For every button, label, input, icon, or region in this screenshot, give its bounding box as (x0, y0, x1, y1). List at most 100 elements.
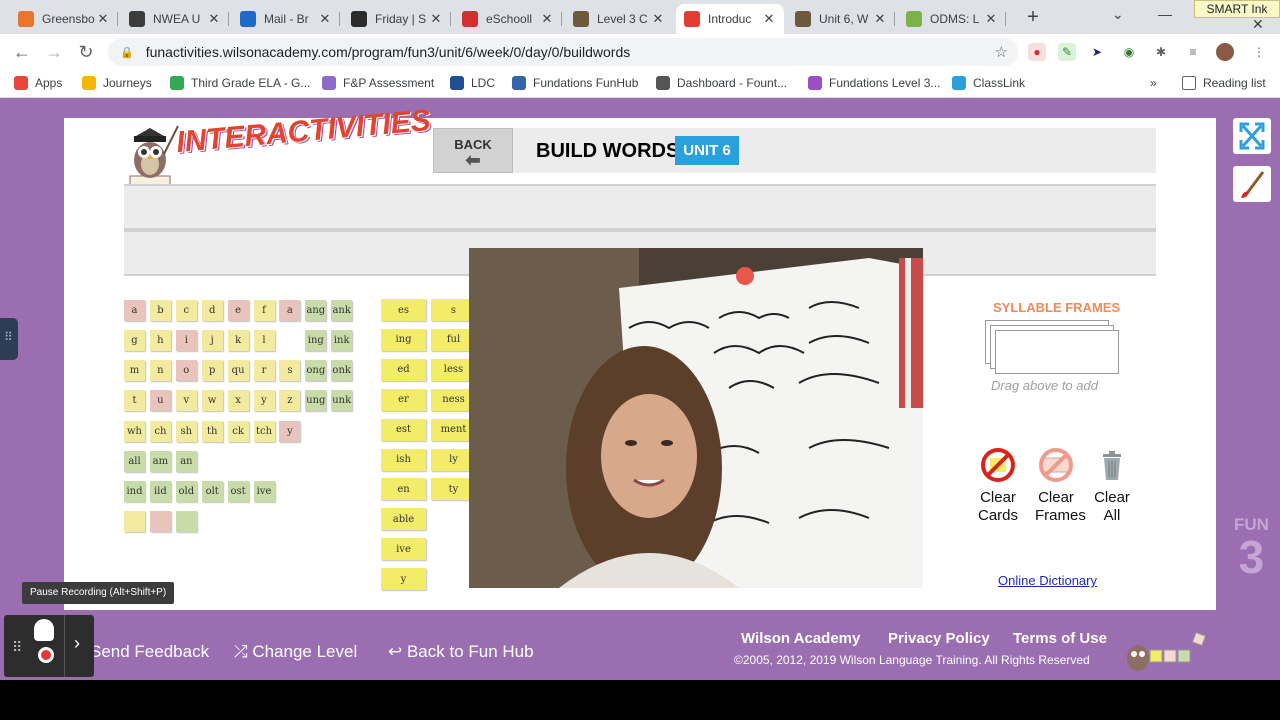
bookmark-item[interactable]: Fundations FunHub (512, 76, 638, 90)
forward-arrow-icon[interactable]: → (44, 42, 64, 63)
letter-card[interactable]: m (124, 360, 145, 381)
letter-card[interactable]: ang (305, 300, 327, 321)
syllable-frame[interactable] (995, 330, 1119, 374)
suffix-card[interactable]: y (381, 568, 426, 591)
tab-search-icon[interactable]: ⌄ (1112, 6, 1124, 23)
reading-list[interactable]: Reading list (1182, 76, 1266, 90)
extension-circle-icon[interactable]: ◉ (1120, 43, 1138, 61)
suffix-card[interactable]: er (381, 388, 426, 411)
bookmark-item[interactable]: Fundations Level 3... (808, 76, 940, 90)
expand-chevron-icon[interactable]: › (74, 633, 80, 654)
letter-card[interactable]: ild (149, 481, 171, 502)
letter-card[interactable]: y (253, 390, 275, 411)
browser-tab[interactable]: ODMS: L ✕ (898, 4, 1006, 34)
letter-card[interactable]: qu (227, 360, 249, 381)
letter-card[interactable]: an (175, 451, 197, 472)
letter-card[interactable]: e (227, 300, 249, 321)
blank-letter-card[interactable] (175, 511, 197, 532)
letter-card[interactable]: n (149, 360, 171, 381)
letter-card[interactable]: f (253, 300, 275, 321)
browser-tab[interactable]: Mail - Br ✕ (232, 4, 340, 34)
letter-card[interactable]: g (124, 330, 145, 351)
browser-tab[interactable]: NWEA U ✕ (121, 4, 229, 34)
blank-letter-card[interactable] (149, 511, 171, 532)
smart-ink-badge[interactable]: SMART Ink (1194, 0, 1280, 18)
draw-tool-button[interactable] (1233, 166, 1271, 202)
back-to-fun-hub-link[interactable]: ↩ Back to Fun Hub (388, 642, 534, 662)
close-tab-icon[interactable]: ✕ (207, 11, 221, 27)
letter-card[interactable]: a (279, 300, 301, 321)
blank-letter-card[interactable] (124, 511, 145, 532)
chrome-menu-icon[interactable]: ⋮ (1250, 43, 1268, 61)
extension-red-icon[interactable]: ● (1028, 43, 1046, 61)
extensions-puzzle-icon[interactable]: ✱ (1152, 43, 1170, 61)
letter-card[interactable]: am (149, 451, 171, 472)
close-tab-icon[interactable]: ✕ (540, 11, 554, 27)
letter-card[interactable]: o (175, 360, 197, 381)
letter-card[interactable]: t (124, 390, 145, 411)
new-tab-button[interactable]: + (1022, 6, 1044, 28)
extension-cursor-icon[interactable]: ➤ (1088, 43, 1106, 61)
letter-card[interactable]: ind (124, 481, 145, 502)
word-build-row-1[interactable] (124, 184, 1156, 230)
bookmark-item[interactable]: F&P Assessment (322, 76, 434, 90)
suffix-card[interactable]: est (381, 418, 426, 441)
extension-green-icon[interactable]: ✎ (1058, 43, 1076, 61)
minimize-icon[interactable]: — (1158, 6, 1172, 22)
send-feedback-link[interactable]: Send Feedback (90, 642, 209, 662)
online-dictionary-link[interactable]: Online Dictionary (998, 573, 1097, 588)
clear-all-button[interactable]: Clear All (1091, 448, 1133, 525)
letter-card[interactable]: l (253, 330, 275, 351)
browser-tab[interactable]: eSchooll ✕ (454, 4, 562, 34)
bookmark-item[interactable]: LDC (450, 76, 495, 90)
letter-card[interactable]: v (175, 390, 197, 411)
close-tab-icon[interactable]: ✕ (96, 11, 110, 27)
bookmark-item[interactable]: Third Grade ELA - G... (170, 76, 310, 90)
letter-card[interactable]: p (201, 360, 223, 381)
browser-tab[interactable]: Greensbo ✕ (10, 4, 118, 34)
stop-recording-icon[interactable] (38, 647, 54, 663)
pause-hand-icon[interactable] (34, 619, 54, 641)
reload-icon[interactable]: ↻ (76, 42, 96, 63)
close-window-icon[interactable]: ✕ (1252, 16, 1264, 33)
letter-card[interactable]: u (149, 390, 171, 411)
suffix-card[interactable]: ive (381, 538, 426, 561)
letter-card[interactable]: old (175, 481, 197, 502)
letter-card[interactable]: tch (253, 421, 275, 442)
clear-cards-button[interactable]: Clear Cards (977, 448, 1019, 525)
bookmark-star-icon[interactable]: ☆ (995, 43, 1008, 61)
side-panel-handle[interactable]: ⠿ (0, 318, 18, 360)
address-bar[interactable]: 🔒 funactivities.wilsonacademy.com/progra… (108, 38, 1018, 66)
back-arrow-icon[interactable]: ← (12, 42, 32, 63)
letter-card[interactable]: ch (149, 421, 171, 442)
browser-tab[interactable]: Unit 6, W ✕ (787, 4, 895, 34)
letter-card[interactable]: h (149, 330, 171, 351)
suffix-card[interactable]: ish (381, 448, 426, 471)
letter-card[interactable]: ung (305, 390, 327, 411)
terms-of-use-link[interactable]: Terms of Use (1013, 630, 1107, 647)
bookmarks-overflow[interactable]: » (1150, 76, 1157, 90)
letter-card[interactable]: ost (227, 481, 249, 502)
bookmark-item[interactable]: ClassLink (952, 76, 1025, 90)
bookmark-item[interactable]: Journeys (82, 76, 152, 90)
suffix-card[interactable]: ed (381, 358, 426, 381)
suffix-card[interactable]: en (381, 478, 426, 501)
suffix-card[interactable]: able (381, 508, 426, 531)
browser-tab[interactable]: Friday | S ✕ (343, 4, 451, 34)
letter-card[interactable]: ong (305, 360, 327, 381)
letter-card[interactable]: d (201, 300, 223, 321)
close-tab-icon[interactable]: ✕ (984, 11, 998, 27)
letter-card[interactable]: ing (305, 330, 327, 351)
letter-card[interactable]: i (175, 330, 197, 351)
back-button[interactable]: BACK ⬅ (433, 128, 513, 173)
suffix-card[interactable]: es (381, 299, 426, 321)
letter-card[interactable]: s (279, 360, 301, 381)
clear-frames-button[interactable]: Clear Frames (1035, 448, 1086, 525)
letter-card[interactable]: x (227, 390, 249, 411)
letter-card[interactable]: w (201, 390, 223, 411)
letter-card[interactable]: k (227, 330, 249, 351)
media-control-icon[interactable]: ≡ (1184, 43, 1202, 61)
letter-card[interactable]: r (253, 360, 275, 381)
close-tab-icon[interactable]: ✕ (873, 11, 887, 27)
letter-card[interactable]: sh (175, 421, 197, 442)
